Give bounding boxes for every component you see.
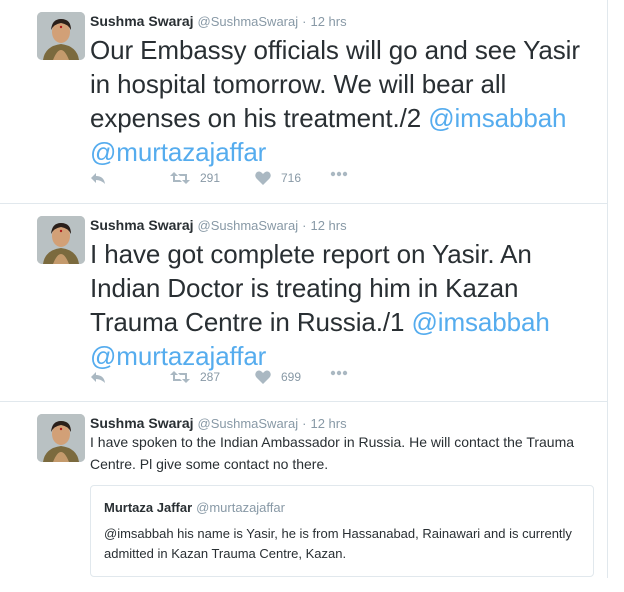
like-count: 716 [281, 171, 302, 185]
tweet-text: I have got complete report on Yasir. An … [90, 237, 600, 373]
timestamp[interactable]: 12 hrs [310, 218, 346, 233]
timestamp[interactable]: 12 hrs [310, 14, 346, 29]
author-handle[interactable]: @SushmaSwaraj [198, 218, 299, 233]
tweet-timeline: Sushma Swaraj @SushmaSwaraj · 12 hrs Our Em… [0, 0, 608, 578]
heart-icon [255, 370, 271, 384]
mention-link[interactable]: @imsabbah [411, 307, 549, 337]
mention-link[interactable]: @murtazajaffar [90, 341, 266, 371]
author-name[interactable]: Sushma Swaraj [90, 415, 194, 431]
retweet-count: 287 [200, 370, 221, 384]
reply-icon [91, 372, 105, 383]
profile-photo-icon [37, 216, 85, 264]
more-dots-icon [330, 171, 348, 177]
tweet-text: I have spoken to the Indian Ambassador i… [90, 434, 575, 472]
retweet-button[interactable]: 287 [170, 370, 220, 384]
tweet-header: Sushma Swaraj @SushmaSwaraj · 12 hrs [90, 12, 347, 31]
tweet[interactable]: Sushma Swaraj @SushmaSwaraj · 12 hrs I have… [0, 204, 607, 402]
mention-link[interactable]: @murtazajaffar [90, 137, 266, 167]
quoted-author-name: Murtaza Jaffar [104, 500, 193, 515]
retweet-icon [170, 371, 190, 383]
tweet-actions: 287 699 [90, 370, 390, 390]
author-handle[interactable]: @SushmaSwaraj [198, 416, 299, 431]
quoted-author-handle: @murtazajaffar [196, 500, 285, 515]
avatar[interactable] [37, 12, 85, 60]
retweet-count: 291 [200, 171, 221, 185]
reply-button[interactable] [90, 171, 106, 185]
like-count: 699 [281, 370, 302, 384]
retweet-icon [170, 172, 190, 184]
author-handle[interactable]: @SushmaSwaraj [198, 14, 299, 29]
avatar[interactable] [37, 414, 85, 462]
more-dots-icon [330, 370, 348, 376]
heart-icon [255, 171, 271, 185]
like-button[interactable]: 699 [255, 370, 301, 384]
reply-button[interactable] [90, 370, 106, 384]
tweet-text: Our Embassy officials will go and see Ya… [90, 33, 600, 169]
retweet-button[interactable]: 291 [170, 171, 220, 185]
author-name[interactable]: Sushma Swaraj [90, 13, 194, 29]
tweet[interactable]: Sushma Swaraj @SushmaSwaraj · 12 hrs Our Em… [0, 0, 607, 204]
like-button[interactable]: 716 [255, 171, 301, 185]
tweet-actions: 291 716 [90, 171, 390, 191]
tweet-header: Sushma Swaraj @SushmaSwaraj · 12 hrs [90, 216, 347, 235]
profile-photo-icon [37, 12, 85, 60]
avatar[interactable] [37, 216, 85, 264]
more-button[interactable] [330, 171, 348, 177]
quoted-tweet-text: @imsabbah his name is Yasir, he is from … [104, 526, 572, 561]
author-name[interactable]: Sushma Swaraj [90, 217, 194, 233]
separator-dot: · [302, 416, 307, 431]
separator-dot: · [302, 218, 307, 233]
profile-photo-icon [37, 414, 85, 462]
separator-dot: · [302, 14, 307, 29]
mention-link[interactable]: @imsabbah [428, 103, 566, 133]
more-button[interactable] [330, 370, 348, 376]
reply-icon [91, 173, 105, 184]
timestamp[interactable]: 12 hrs [310, 416, 346, 431]
quoted-tweet-header: Murtaza Jaffar @murtazajaffar [104, 499, 285, 515]
quoted-tweet[interactable]: Murtaza Jaffar @murtazajaffar @imsabbah h… [90, 485, 594, 577]
tweet[interactable]: Sushma Swaraj @SushmaSwaraj · 12 hrs I have… [0, 402, 607, 592]
